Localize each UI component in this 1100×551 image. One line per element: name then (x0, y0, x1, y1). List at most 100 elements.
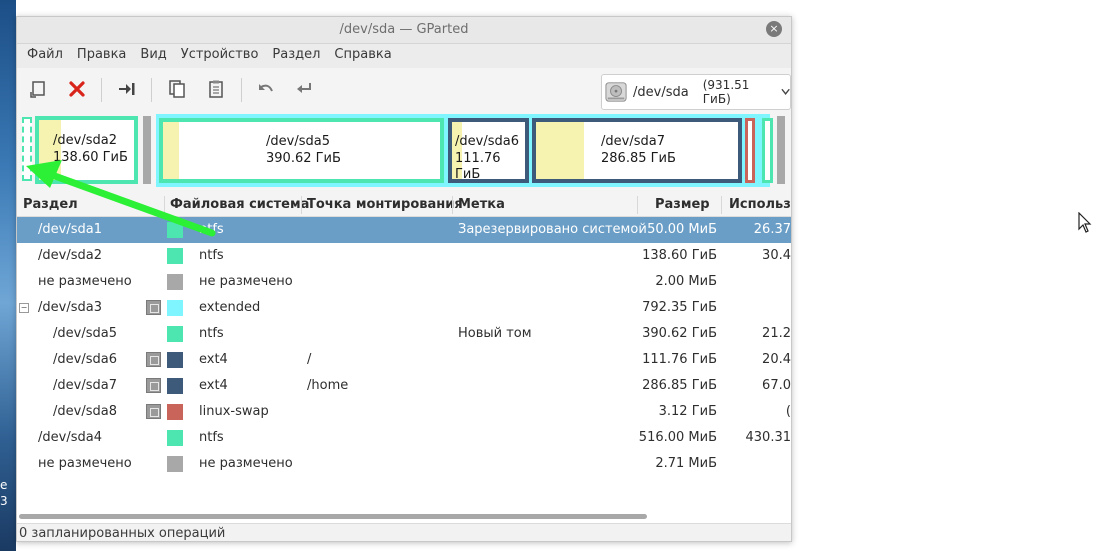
unallocated-block[interactable] (143, 116, 151, 184)
partition-cell: /dev/sda6 (53, 352, 117, 367)
table-row[interactable]: −/dev/sda3 extended 792.35 ГиБ (17, 295, 791, 321)
partition-block-sda5[interactable]: /dev/sda5 390.62 ГиБ (159, 118, 444, 183)
used-cell: 26.37 (753, 222, 791, 237)
lock-icon (146, 378, 161, 393)
resize-move-button[interactable] (114, 76, 140, 102)
partition-name: /dev/sda5 (266, 134, 330, 149)
size-cell: 2.00 МиБ (655, 274, 717, 289)
lock-icon (146, 404, 161, 419)
filesystem-cell: ntfs (199, 248, 224, 263)
filesystem-cell: extended (199, 300, 261, 315)
unallocated-block[interactable] (777, 116, 785, 184)
column-size[interactable]: Размер (655, 197, 710, 212)
gparted-window: /dev/sda — GParted × Файл Правка Вид Уст… (16, 16, 792, 542)
new-partition-button[interactable] (25, 76, 51, 102)
menu-file[interactable]: Файл (20, 44, 70, 68)
undo-button[interactable] (253, 76, 279, 102)
table-row[interactable]: /dev/sda8 linux-swap 3.12 ГиБ ( (17, 399, 791, 425)
chevron-down-icon (781, 88, 790, 95)
table-row[interactable]: /dev/sda5 ntfs Новый том 390.62 ГиБ 21.2 (17, 321, 791, 347)
partition-cell: /dev/sda5 (53, 326, 117, 341)
used-cell: 430.31 (745, 430, 792, 445)
apply-button[interactable] (291, 76, 317, 102)
partition-cell: /dev/sda8 (53, 404, 117, 419)
partition-block-sda4[interactable] (762, 118, 773, 183)
partition-block-sda8[interactable] (745, 118, 755, 183)
column-label[interactable]: Метка (458, 197, 505, 212)
filesystem-color-swatch (167, 248, 183, 264)
size-cell: 792.35 ГиБ (642, 300, 717, 315)
partition-block-sda7[interactable]: /dev/sda7 286.85 ГиБ (532, 118, 742, 183)
device-selector[interactable]: /dev/sda (931.51 ГиБ) (601, 74, 791, 110)
partition-name: /dev/sda7 (601, 134, 665, 149)
filesystem-color-swatch (167, 456, 183, 472)
title-bar[interactable]: /dev/sda — GParted × (17, 17, 791, 44)
partition-size: 286.85 ГиБ (601, 151, 676, 166)
horizontal-scrollbar[interactable] (19, 514, 647, 519)
toolbar: /dev/sda (931.51 ГиБ) (17, 68, 791, 113)
label-cell: Зарезервировано системой (458, 222, 647, 237)
menu-partition[interactable]: Раздел (265, 44, 327, 68)
desktop-wallpaper (0, 0, 16, 551)
filesystem-cell: ext4 (199, 352, 228, 367)
menu-bar: Файл Правка Вид Устройство Раздел Справк… (17, 44, 791, 68)
status-bar: 0 запланированных операций (17, 523, 791, 541)
expander-toggle[interactable]: − (19, 303, 29, 313)
filesystem-cell: ntfs (199, 222, 224, 237)
delete-button[interactable] (64, 76, 90, 102)
close-button[interactable]: × (766, 21, 782, 37)
table-row[interactable]: не размечено не размечено 2.71 МиБ (17, 451, 791, 477)
partition-block-sda1[interactable] (22, 117, 32, 181)
table-row[interactable]: /dev/sda1 ntfs Зарезервировано системой 50.… (17, 217, 791, 243)
paste-button[interactable] (203, 76, 229, 102)
column-separator (637, 196, 638, 214)
desktop-text-1: e (0, 478, 8, 492)
menu-edit[interactable]: Правка (70, 44, 133, 68)
menu-device[interactable]: Устройство (174, 44, 266, 68)
partition-block-sda6[interactable]: /dev/sda6 111.76 ГиБ (448, 118, 529, 183)
size-cell: 50.00 МиБ (647, 222, 717, 237)
partition-block-sda2[interactable]: /dev/sda2 138.60 ГиБ (35, 116, 138, 184)
lock-icon (146, 300, 161, 315)
size-cell: 3.12 ГиБ (658, 404, 717, 419)
menu-view[interactable]: Вид (133, 44, 173, 68)
column-used[interactable]: Использо (729, 197, 791, 212)
used-cell: 30.4 (762, 248, 791, 263)
filesystem-color-swatch (167, 300, 183, 316)
menu-help[interactable]: Справка (327, 44, 398, 68)
toolbar-separator (151, 78, 152, 102)
table-row[interactable]: /dev/sda6 ext4 / 111.76 ГиБ 20.4 (17, 347, 791, 373)
mountpoint-cell: / (307, 352, 312, 367)
copy-button[interactable] (164, 76, 190, 102)
table-row[interactable]: /dev/sda7 ext4/home 286.85 ГиБ 67.0 (17, 373, 791, 399)
table-row[interactable]: не размечено не размечено 2.00 МиБ (17, 269, 791, 295)
size-cell: 286.85 ГиБ (642, 378, 717, 393)
partition-cell: /dev/sda7 (53, 378, 117, 393)
partition-cell: /dev/sda1 (38, 222, 102, 237)
paste-icon (209, 80, 223, 98)
copy-icon (169, 80, 185, 98)
column-separator (452, 196, 453, 214)
window-title: /dev/sda — GParted (339, 22, 469, 37)
partition-cell: не размечено (38, 456, 132, 471)
size-cell: 111.76 ГиБ (642, 352, 717, 367)
column-partition[interactable]: Раздел (23, 197, 78, 212)
apply-icon (297, 83, 311, 93)
table-row[interactable]: /dev/sda4 ntfs 516.00 МиБ 430.31 (17, 425, 791, 451)
filesystem-color-swatch (167, 430, 183, 446)
mouse-cursor-icon (1078, 212, 1092, 233)
filesystem-color-swatch (167, 378, 183, 394)
partition-table-header: Раздел Файловая система Точка монтирован… (17, 194, 791, 217)
partition-cell: /dev/sda2 (38, 248, 102, 263)
filesystem-color-swatch (167, 326, 183, 342)
filesystem-cell: ext4 (199, 378, 228, 393)
partition-name: /dev/sda2 (53, 133, 117, 148)
table-row[interactable]: /dev/sda2 ntfs 138.60 ГиБ 30.4 (17, 243, 791, 269)
mountpoint-cell: /home (307, 378, 349, 393)
used-cell: ( (785, 404, 791, 419)
partition-map: /dev/sda2 138.60 ГиБ /dev/sda5 390.62 Ги… (17, 111, 791, 194)
device-name: /dev/sda (633, 84, 689, 100)
column-filesystem[interactable]: Файловая система (170, 197, 309, 212)
column-mountpoint[interactable]: Точка монтирования (307, 197, 463, 212)
partition-name: /dev/sda6 (455, 134, 519, 149)
